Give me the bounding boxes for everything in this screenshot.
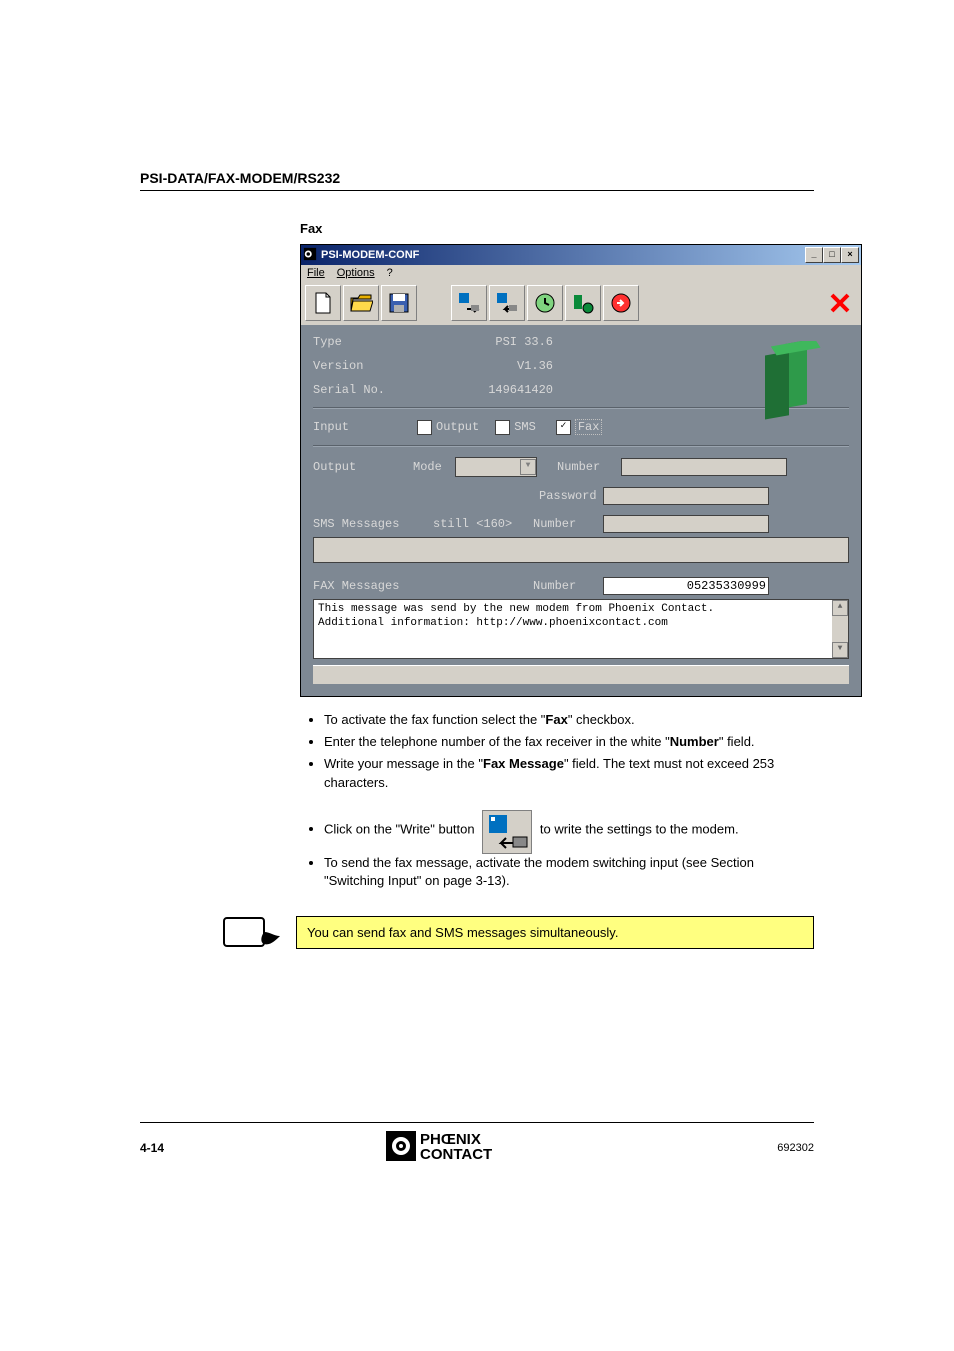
gear-device-icon [571,291,595,315]
psi-modem-conf-window: PSI-MODEM-CONF _ □ × File Options ? [300,244,862,697]
mode-label: Mode [413,460,455,474]
device-image [745,341,829,429]
write-button[interactable] [489,285,525,321]
instruction-list: To activate the fax function select the … [300,711,814,890]
sms-checkbox-label: SMS [514,420,536,434]
fax-number-label: Number [533,579,603,593]
version-value: V1.36 [413,359,553,373]
fax-scrollbar[interactable]: ▲ ▼ [832,600,848,658]
footer-rule [140,1122,814,1123]
instruction-activate-fax: To activate the fax function select the … [324,711,814,729]
close-button[interactable]: × [841,247,859,263]
instruction-send-fax: To send the fax message, activate the mo… [324,854,814,890]
document-number: 692302 [777,1142,814,1154]
red-x-icon [828,291,852,315]
fax-message-area[interactable]: This message was send by the new modem f… [313,599,849,659]
sms-remaining: still <160> [433,517,533,531]
sms-checkbox[interactable] [495,420,510,435]
mode-combo[interactable]: ▼ [455,457,537,477]
open-button[interactable] [343,285,379,321]
exit-button[interactable] [823,286,857,320]
read-button[interactable] [451,285,487,321]
fax-messages-label: FAX Messages [313,579,533,593]
new-button[interactable] [305,285,341,321]
status-bar [313,665,849,684]
window-title: PSI-MODEM-CONF [321,249,419,261]
document-header: PSI-DATA/FAX-MODEM/RS232 [140,170,814,186]
page-number: 4-14 [140,1141,164,1155]
folder-open-icon [349,291,373,315]
document-icon [311,291,335,315]
connect-icon [609,291,633,315]
header-rule [140,190,814,191]
serial-value: 149641420 [413,383,553,397]
write-button-large-icon [482,810,532,854]
fax-number-field[interactable]: 05235330999 [603,577,769,595]
sms-messages-label: SMS Messages [313,517,433,531]
floppy-icon [387,291,411,315]
type-label: Type [313,335,413,349]
sms-number-field[interactable] [603,515,769,533]
read-modem-icon [457,291,481,315]
clock-icon [533,291,557,315]
window-titlebar[interactable]: PSI-MODEM-CONF _ □ × [301,245,861,265]
fax-checkbox-label: Fax [575,419,603,435]
toolbar [301,281,861,325]
output-number-field[interactable] [621,458,787,476]
connect-button[interactable] [603,285,639,321]
instruction-write-message: Write your message in the "Fax Message" … [324,755,814,791]
maximize-button[interactable]: □ [823,247,841,263]
serial-label: Serial No. [313,383,413,397]
output-checkbox-label: Output [436,420,479,434]
menu-bar: File Options ? [301,265,861,281]
sms-number-label: Number [533,517,603,531]
write-modem-icon [495,291,519,315]
svg-text:CONTACT: CONTACT [420,1146,492,1163]
instruction-enter-number: Enter the telephone number of the fax re… [324,733,814,751]
fax-checkbox[interactable]: ✓ [556,420,571,435]
clock-button[interactable] [527,285,563,321]
note-box: You can send fax and SMS messages simult… [296,916,814,949]
phoenix-contact-logo: PHŒNIX CONTACT [386,1129,556,1166]
instruction-click-write: Click on the "Write" button to write the… [324,810,814,850]
password-label: Password [539,489,603,503]
version-label: Version [313,359,413,373]
minimize-button[interactable]: _ [805,247,823,263]
type-value: PSI 33.6 [413,335,553,349]
app-icon [303,247,317,264]
save-button[interactable] [381,285,417,321]
settings-button[interactable] [565,285,601,321]
input-label: Input [313,420,413,434]
menu-file[interactable]: File [307,267,325,279]
output-checkbox[interactable] [417,420,432,435]
menu-help[interactable]: ? [387,267,393,279]
note-hand-icon [222,912,282,952]
section-heading-fax: Fax [300,221,814,236]
output-number-label: Number [557,460,621,474]
password-field[interactable] [603,487,769,505]
menu-options[interactable]: Options [337,267,375,279]
output-section-label: Output [313,460,413,474]
fax-message-text: This message was send by the new modem f… [318,603,714,629]
sms-message-area[interactable] [313,537,849,563]
